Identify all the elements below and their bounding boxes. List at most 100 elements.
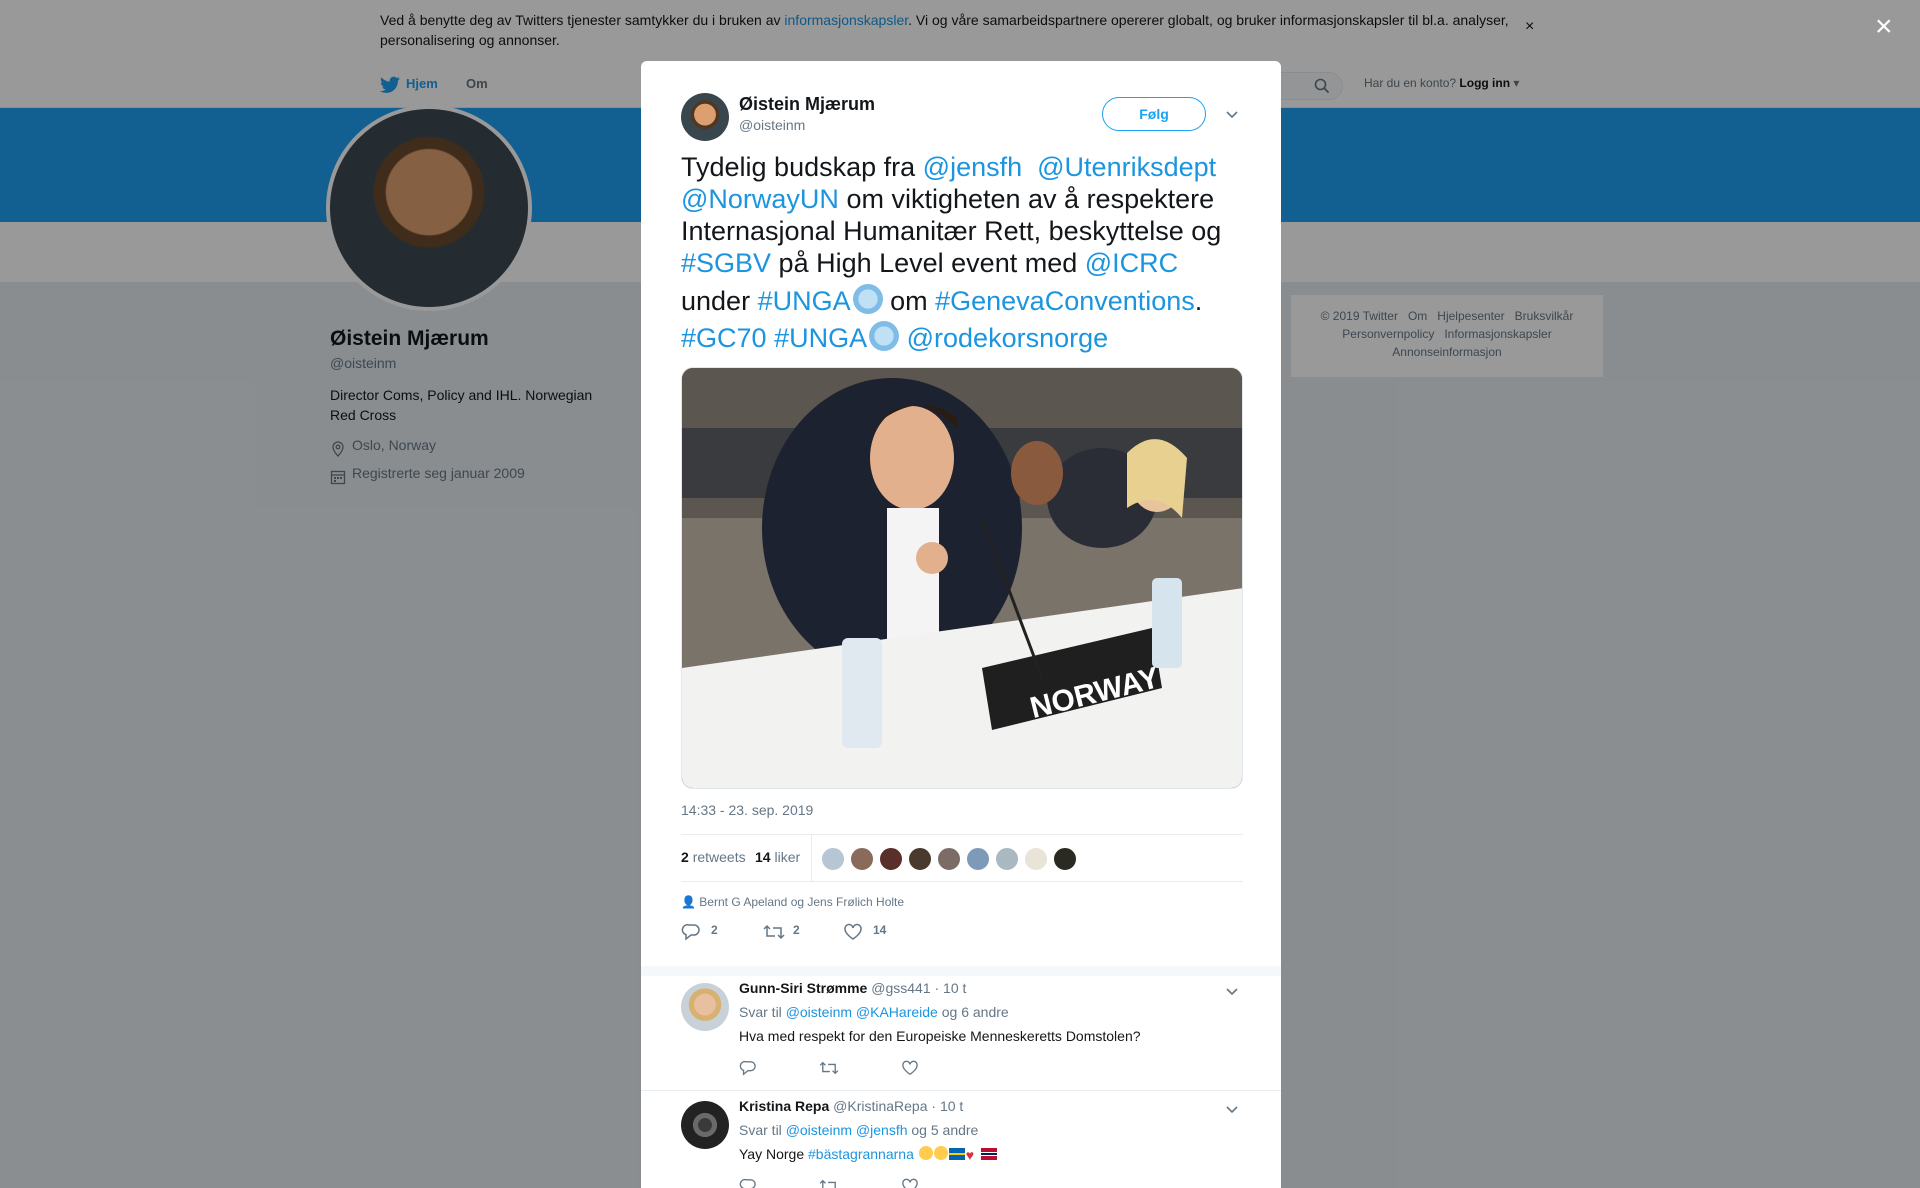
heart-icon[interactable] — [901, 1060, 919, 1076]
hashtag-link[interactable]: #UNGA — [758, 286, 851, 316]
reply-to-mentions[interactable]: @oisteinm @KAHareide — [786, 1004, 938, 1020]
retweet-icon[interactable] — [819, 1178, 839, 1188]
reply-text-before: Yay Norge — [739, 1146, 808, 1162]
liker-avatar[interactable] — [937, 847, 961, 871]
likes-count: 14 — [755, 849, 771, 865]
chevron-down-icon[interactable] — [1225, 107, 1239, 121]
reply-author-handle[interactable]: @KristinaRepa — [833, 1098, 927, 1114]
liker-avatar[interactable] — [1024, 847, 1048, 871]
reply-count: 2 — [711, 923, 718, 937]
liker-avatar[interactable] — [879, 847, 903, 871]
tweet-line: #SGBV på High Level event med @ICRC — [681, 247, 1251, 279]
mention-link[interactable]: @jensfh — [923, 152, 1022, 182]
author-handle[interactable]: @oisteinm — [739, 117, 805, 133]
retweet-icon — [763, 924, 785, 940]
heart-icon[interactable] — [901, 1178, 919, 1188]
reply-icon — [681, 924, 700, 941]
reply-to-label: Svar til — [739, 1122, 782, 1138]
author-avatar[interactable] — [681, 93, 729, 141]
liker-avatar[interactable] — [995, 847, 1019, 871]
author-name[interactable]: Øistein Mjærum — [739, 94, 875, 115]
tweet-text-span: Tydelig budskap fra — [681, 152, 923, 182]
heart-emoji-icon: ♥ — [965, 1147, 975, 1163]
mention-link[interactable]: @NorwayUN — [681, 184, 839, 214]
reply-text: Hva med respekt for den Europeiske Menne… — [739, 1028, 1141, 1044]
retweets-label: retweets — [692, 849, 746, 865]
reply-icon[interactable] — [739, 1060, 757, 1076]
tweet-line: under #UNGA om #GenevaConventions. — [681, 279, 1251, 316]
tweet-line: Tydelig budskap fra @jensfh @Utenriksdep… — [681, 151, 1251, 183]
hashtag-link[interactable]: #UNGA — [774, 323, 867, 353]
un-globe-icon — [852, 284, 883, 314]
reply-to: Svar til @oisteinm @KAHareide og 6 andre — [739, 1004, 1009, 1020]
tweet-stats: 2 retweets 14 liker — [681, 834, 1243, 882]
modal-close-button[interactable]: × — [1875, 12, 1893, 42]
liker-avatar[interactable] — [966, 847, 990, 871]
like-count: 14 — [873, 923, 887, 937]
reply-avatar[interactable] — [681, 1101, 729, 1149]
un-globe-icon — [869, 321, 900, 351]
tweet-text: Tydelig budskap fra @jensfh @Utenriksdep… — [681, 151, 1251, 353]
retweets-count: 2 — [681, 849, 689, 865]
retweet-icon[interactable] — [819, 1060, 839, 1076]
follow-button[interactable]: Følg — [1102, 97, 1206, 131]
tweet-photo[interactable]: NORWAY — [681, 367, 1243, 789]
reply-header: Kristina Repa @KristinaRepa · 10 t — [739, 1098, 963, 1114]
tweet-line: Internasjonal Humanitær Rett, beskyttels… — [681, 216, 1222, 246]
norway-flag-icon — [980, 1148, 997, 1160]
reply-to-others[interactable]: og 6 andre — [942, 1004, 1009, 1020]
likes-label: liker — [774, 849, 801, 865]
hashtag-link[interactable]: #SGBV — [681, 248, 771, 278]
reply-avatar[interactable] — [681, 983, 729, 1031]
reply-author-name[interactable]: Gunn-Siri Strømme — [739, 980, 867, 996]
chevron-down-icon[interactable] — [1225, 984, 1239, 998]
tweet-text-span — [899, 323, 907, 353]
heart-icon — [844, 923, 862, 940]
person-icon: 👤 — [681, 895, 696, 909]
tweet-line: @NorwayUN om viktigheten av å respektere — [681, 183, 1251, 215]
liker-avatar[interactable] — [821, 847, 845, 871]
stats-divider — [811, 835, 812, 881]
reply-author-handle[interactable]: @gss441 — [871, 980, 930, 996]
reply-divider — [641, 1090, 1281, 1091]
reply-to-mentions[interactable]: @oisteinm @jensfh — [786, 1122, 908, 1138]
chevron-down-icon[interactable] — [1225, 1102, 1239, 1116]
hashtag-link[interactable]: #GenevaConventions — [935, 286, 1195, 316]
tweet-text-span — [767, 323, 775, 353]
tweet-text-span: under — [681, 286, 758, 316]
retweet-count: 2 — [793, 923, 800, 937]
hashtag-link[interactable]: #GC70 — [681, 323, 767, 353]
mention-link[interactable]: @Utenriksdept — [1037, 152, 1216, 182]
tweet-timestamp[interactable]: 14:33 - 23. sep. 2019 — [681, 802, 813, 818]
reply-author-name[interactable]: Kristina Repa — [739, 1098, 829, 1114]
retweets-stat[interactable]: 2 retweets — [681, 849, 746, 865]
liker-avatar[interactable] — [1053, 847, 1077, 871]
reply-to: Svar til @oisteinm @jensfh og 5 andre — [739, 1122, 978, 1138]
tweet-text-span — [1022, 152, 1037, 182]
tweet-line: #GC70 #UNGA @rodekorsnorge — [681, 316, 1251, 353]
section-divider — [641, 966, 1281, 976]
retweeted-by: 👤 Bernt G Apeland og Jens Frølich Holte — [681, 895, 904, 909]
reply-time[interactable]: · 10 t — [931, 1098, 963, 1114]
hashtag-link[interactable]: #bästagrannarna — [808, 1146, 914, 1162]
tweet-text-span: på High Level event med — [771, 248, 1085, 278]
retweeted-by-names[interactable]: Bernt G Apeland og Jens Frølich Holte — [699, 895, 904, 909]
mention-link[interactable]: @ICRC — [1085, 248, 1178, 278]
reply-icon[interactable] — [739, 1178, 757, 1188]
reply-to-label: Svar til — [739, 1004, 782, 1020]
tweet-text-span: . — [1194, 286, 1203, 316]
tweet-modal: Øistein Mjærum @oisteinm Følg Tydelig bu… — [641, 61, 1281, 1188]
grin-emoji-icon — [918, 1146, 933, 1160]
liker-avatar[interactable] — [850, 847, 874, 871]
reply-time[interactable]: · 10 t — [935, 980, 967, 996]
tweet-text-span: om — [882, 286, 936, 316]
reply-to-others[interactable]: og 5 andre — [911, 1122, 978, 1138]
liker-avatar[interactable] — [908, 847, 932, 871]
photo-illustration: NORWAY — [682, 368, 1242, 788]
reply-header: Gunn-Siri Strømme @gss441 · 10 t — [739, 980, 966, 996]
sweden-flag-icon — [948, 1148, 965, 1160]
likes-stat[interactable]: 14 liker — [755, 849, 800, 865]
reply-text: Yay Norge #bästagrannarna ♥ — [739, 1146, 997, 1162]
grin-emoji-icon — [933, 1146, 948, 1160]
mention-link[interactable]: @rodekorsnorge — [907, 323, 1109, 353]
